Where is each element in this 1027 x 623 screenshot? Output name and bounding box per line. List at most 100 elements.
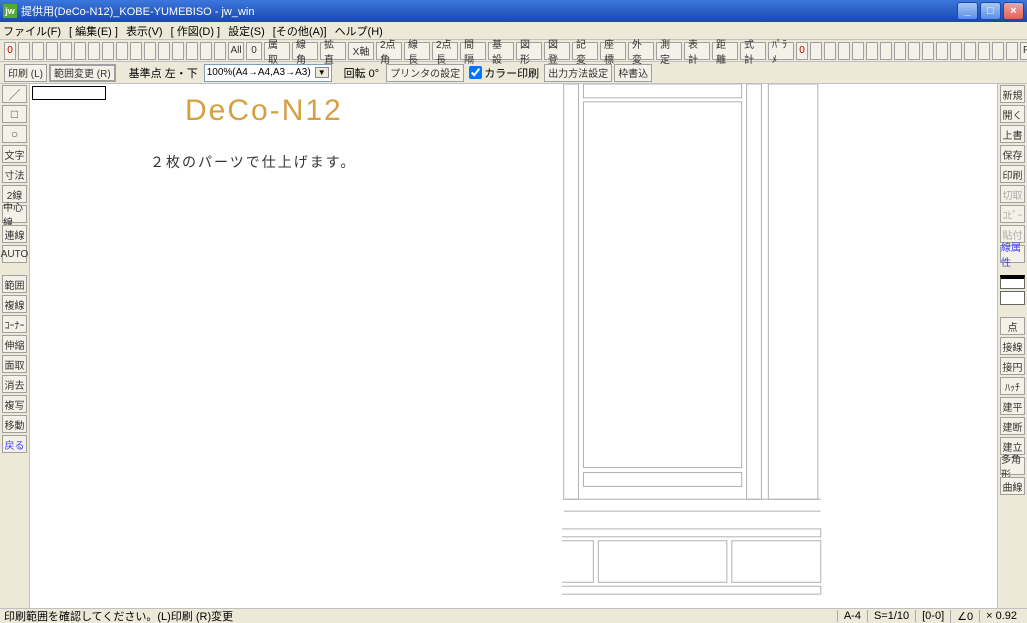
printer-settings-button[interactable]: プリンタの設定: [386, 64, 464, 82]
erase-tool[interactable]: 消去: [2, 375, 27, 393]
layer-btn[interactable]: [144, 42, 156, 60]
text-tool[interactable]: 文字: [2, 145, 27, 163]
layer-btn[interactable]: [60, 42, 72, 60]
group-btn[interactable]: [1006, 42, 1018, 60]
tb-xjiku[interactable]: X軸: [348, 42, 374, 60]
group-btn[interactable]: [866, 42, 878, 60]
tb-kihen[interactable]: 記変: [572, 42, 598, 60]
frame-write-button[interactable]: 枠書込: [614, 64, 652, 82]
color-print-input[interactable]: [469, 66, 482, 79]
layer-btn[interactable]: [186, 42, 198, 60]
layer-btn[interactable]: [200, 42, 212, 60]
layer-btn[interactable]: [88, 42, 100, 60]
chamfer-tool[interactable]: 面取: [2, 355, 27, 373]
menu-view[interactable]: 表示(V): [126, 23, 163, 39]
zoom-select[interactable]: 100%(A4→A4,A3→A3)▼: [204, 64, 332, 82]
save-button[interactable]: 保存: [1000, 145, 1025, 163]
tb-shikikei[interactable]: 式計: [740, 42, 766, 60]
color-swatch-black[interactable]: [1000, 275, 1025, 289]
rect-tool[interactable]: □: [2, 105, 27, 123]
group-btn[interactable]: [950, 42, 962, 60]
tb-kisetsu[interactable]: 基設: [488, 42, 514, 60]
menu-edit[interactable]: [ 編集(E) ]: [69, 23, 118, 39]
tb-gaihen[interactable]: 外変: [628, 42, 654, 60]
new-button[interactable]: 新規: [1000, 85, 1025, 103]
tb-kyori[interactable]: 距離: [712, 42, 738, 60]
layer-btn[interactable]: [32, 42, 44, 60]
tb-senchou[interactable]: 線長: [404, 42, 430, 60]
curve-tool[interactable]: 曲線: [1000, 477, 1025, 495]
layer-btn[interactable]: [214, 42, 226, 60]
tb-kakuchoku[interactable]: 拡直: [320, 42, 346, 60]
cut-button[interactable]: 切取: [1000, 185, 1025, 203]
undo-tool[interactable]: 戻る: [2, 435, 27, 453]
overwrite-button[interactable]: 上書: [1000, 125, 1025, 143]
marker-0-right[interactable]: 0: [796, 42, 808, 60]
zero-button[interactable]: 0: [246, 42, 262, 60]
layer-btn[interactable]: [158, 42, 170, 60]
layer-btn[interactable]: [172, 42, 184, 60]
circle-tool[interactable]: ○: [2, 125, 27, 143]
group-btn[interactable]: [964, 42, 976, 60]
polyline-tool[interactable]: 連線: [2, 225, 27, 243]
open-button[interactable]: 開く: [1000, 105, 1025, 123]
copy-button[interactable]: ｺﾋﾟｰ: [1000, 205, 1025, 223]
menu-draw[interactable]: [ 作図(D) ]: [171, 23, 221, 39]
layer-btn[interactable]: [46, 42, 58, 60]
tangent-tool[interactable]: 接線: [1000, 337, 1025, 355]
all-button[interactable]: All: [228, 42, 244, 60]
tb-2tenchou[interactable]: 2点長: [432, 42, 458, 60]
corner-tool[interactable]: ｺｰﾅｰ: [2, 315, 27, 333]
line-tool[interactable]: ／: [2, 85, 27, 103]
group-btn[interactable]: [880, 42, 892, 60]
print-side-button[interactable]: 印刷: [1000, 165, 1025, 183]
move-tool[interactable]: 移動: [2, 415, 27, 433]
close-button[interactable]: ×: [1003, 2, 1024, 20]
group-btn[interactable]: [936, 42, 948, 60]
centerline-tool[interactable]: 中心線: [2, 205, 27, 223]
group-btn[interactable]: [978, 42, 990, 60]
layer-btn[interactable]: [74, 42, 86, 60]
tb-zukei[interactable]: 図形: [516, 42, 542, 60]
menu-file[interactable]: ファイル(F): [3, 23, 61, 39]
section-tool[interactable]: 建断: [1000, 417, 1025, 435]
tb-zahyou[interactable]: 座標: [600, 42, 626, 60]
minimize-button[interactable]: _: [957, 2, 978, 20]
group-btn[interactable]: [908, 42, 920, 60]
layer-btn[interactable]: [116, 42, 128, 60]
menu-settings[interactable]: 設定(S): [228, 23, 265, 39]
point-tool[interactable]: 点: [1000, 317, 1025, 335]
group-btn[interactable]: [824, 42, 836, 60]
layer-btn[interactable]: [130, 42, 142, 60]
range-tool[interactable]: 範囲: [2, 275, 27, 293]
maximize-button[interactable]: □: [980, 2, 1001, 20]
tb-hyoukei[interactable]: 表計: [684, 42, 710, 60]
drawing-canvas[interactable]: DeCo-N12 ２枚のパーツで仕上げます。: [30, 84, 997, 608]
hatch-tool[interactable]: ﾊｯﾁ: [1000, 377, 1025, 395]
group-btn[interactable]: [852, 42, 864, 60]
group-btn[interactable]: [838, 42, 850, 60]
plan-tool[interactable]: 建平: [1000, 397, 1025, 415]
copy-tool[interactable]: 複写: [2, 395, 27, 413]
tangent-circle-tool[interactable]: 接円: [1000, 357, 1025, 375]
group-btn[interactable]: [810, 42, 822, 60]
tb-2tenkaku[interactable]: 2点角: [376, 42, 402, 60]
tb-param[interactable]: ﾊﾟﾗﾒ: [768, 42, 794, 60]
range-change-button[interactable]: 範囲変更 (R): [49, 64, 116, 82]
parallel-tool[interactable]: 複線: [2, 295, 27, 313]
output-method-button[interactable]: 出力方法設定: [544, 64, 612, 82]
stretch-tool[interactable]: 伸縮: [2, 335, 27, 353]
group-btn[interactable]: [894, 42, 906, 60]
color-swatch-white[interactable]: [1000, 291, 1025, 305]
group-btn[interactable]: [992, 42, 1004, 60]
tb-kankaku[interactable]: 間隔: [460, 42, 486, 60]
color-print-checkbox[interactable]: カラー印刷: [469, 65, 539, 81]
group-btn[interactable]: [922, 42, 934, 60]
print-button[interactable]: 印刷 (L): [4, 64, 47, 82]
layer-btn[interactable]: [18, 42, 30, 60]
polygon-tool[interactable]: 多角形: [1000, 457, 1025, 475]
tb-zutou[interactable]: 図登: [544, 42, 570, 60]
tb-sokutei[interactable]: 測定: [656, 42, 682, 60]
tb-zokutori[interactable]: 属取: [264, 42, 290, 60]
auto-tool[interactable]: AUTO: [2, 245, 27, 263]
